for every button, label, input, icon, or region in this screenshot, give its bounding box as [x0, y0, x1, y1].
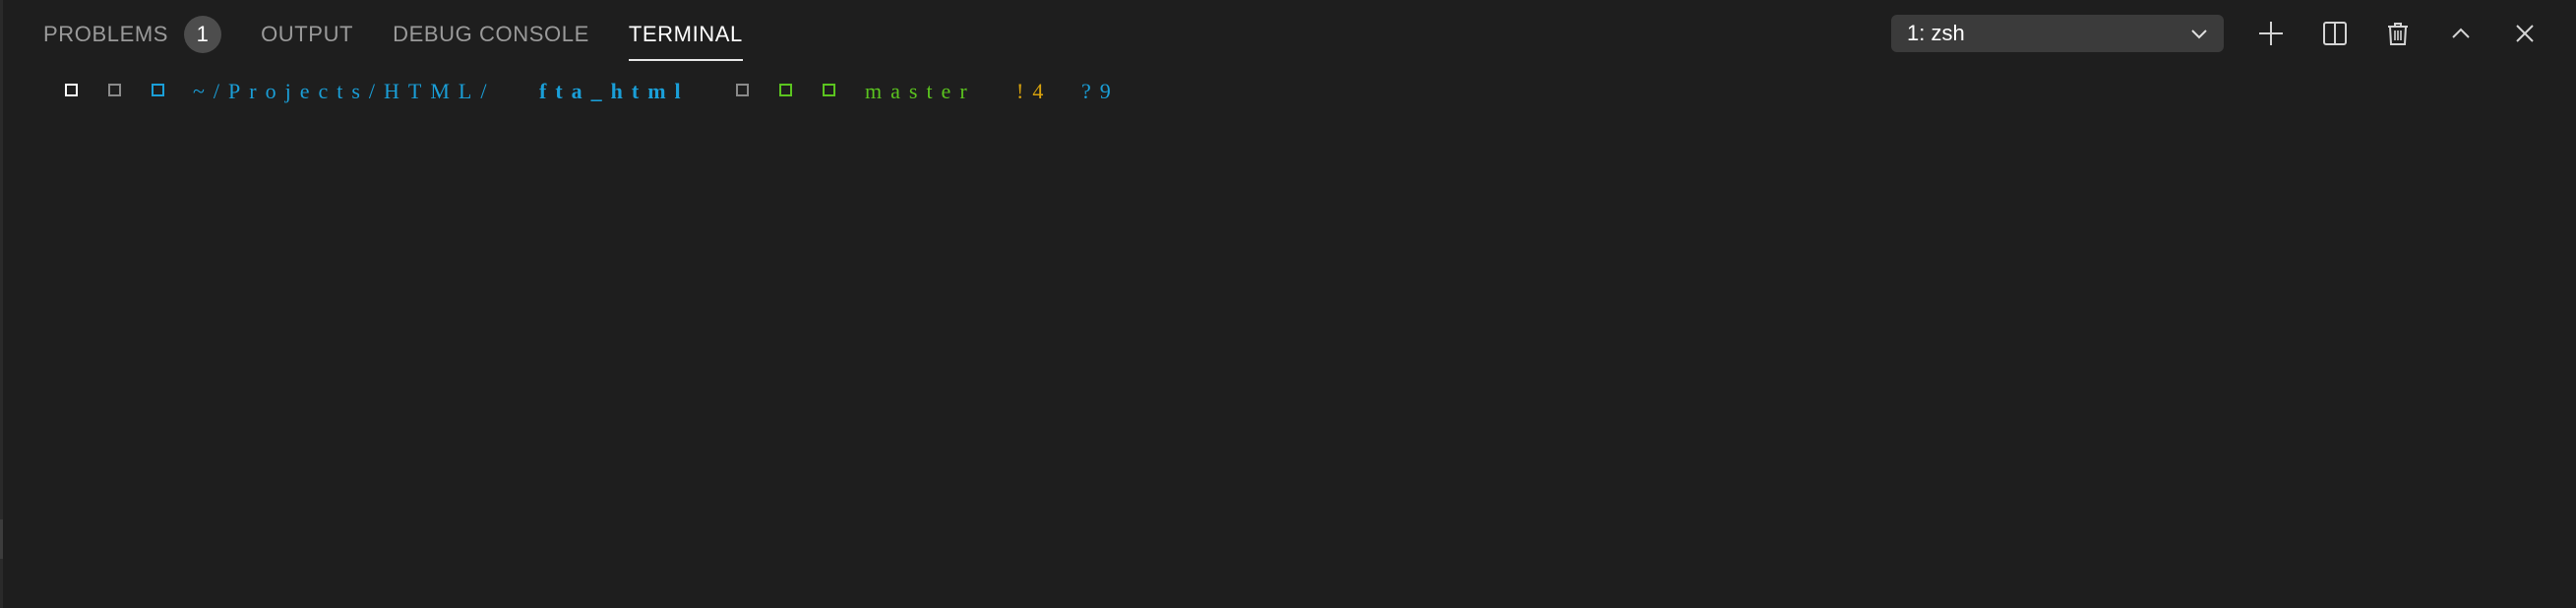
- terminal-instance-select[interactable]: 1: zsh: [1891, 15, 2224, 52]
- terminal-panel: PROBLEMS 1 OUTPUT DEBUG CONSOLE TERMINAL…: [0, 0, 2576, 608]
- panel-tabs: PROBLEMS 1 OUTPUT DEBUG CONSOLE TERMINAL: [43, 0, 782, 69]
- close-icon: [2512, 21, 2538, 46]
- prompt-separator-icon: [736, 84, 749, 96]
- close-panel-button[interactable]: [2508, 17, 2542, 50]
- maximize-panel-button[interactable]: [2444, 17, 2478, 50]
- tab-output-label: OUTPUT: [261, 22, 354, 46]
- git-repo-icon: [779, 84, 792, 96]
- tab-problems-label: PROBLEMS: [43, 22, 169, 46]
- tab-debug-console[interactable]: DEBUG CONSOLE: [393, 0, 589, 69]
- prompt-separator-icon: [108, 84, 121, 96]
- new-terminal-button[interactable]: [2254, 17, 2288, 50]
- prompt-path-prefix: ~/Projects/HTML/: [193, 79, 496, 103]
- git-modified-count: !4: [1016, 79, 1053, 103]
- panel-left-border: [0, 0, 3, 608]
- tab-terminal[interactable]: TERMINAL: [628, 0, 743, 69]
- tab-debug-console-label: DEBUG CONSOLE: [393, 22, 589, 46]
- tab-terminal-label: TERMINAL: [628, 22, 743, 46]
- plus-icon: [2256, 19, 2286, 48]
- tab-output[interactable]: OUTPUT: [261, 0, 353, 69]
- problems-count-badge: 1: [184, 16, 222, 53]
- prompt-path-directory: fta_html: [539, 79, 690, 103]
- trash-icon: [2384, 20, 2412, 47]
- tab-problems[interactable]: PROBLEMS 1: [43, 0, 222, 69]
- split-icon: [2321, 20, 2349, 47]
- git-branch-name: master: [865, 79, 976, 103]
- panel-resize-handle[interactable]: [0, 519, 3, 559]
- kill-terminal-button[interactable]: [2381, 17, 2415, 50]
- git-branch-icon: [823, 84, 835, 96]
- git-untracked-count: ?9: [1081, 79, 1120, 103]
- split-terminal-button[interactable]: [2318, 17, 2352, 50]
- chevron-up-icon: [2447, 20, 2475, 47]
- chevron-down-icon: [2188, 23, 2210, 44]
- folder-icon: [152, 84, 164, 96]
- prompt-segment-icon: [65, 84, 78, 96]
- terminal-select-value: 1: zsh: [1907, 21, 1965, 45]
